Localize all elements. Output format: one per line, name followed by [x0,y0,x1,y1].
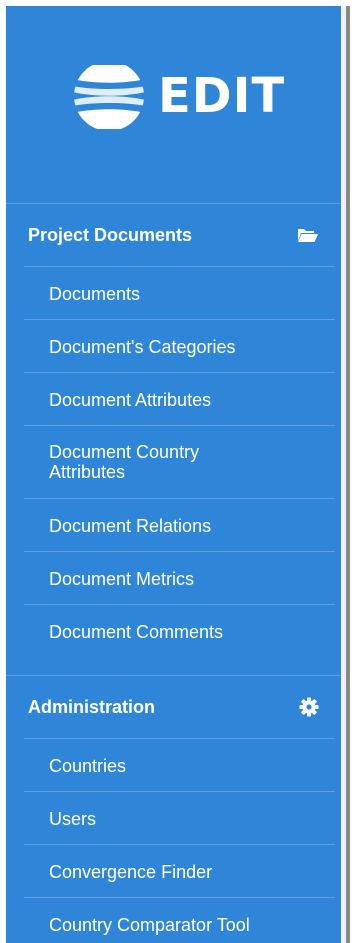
section-title: Administration [28,696,156,717]
folder-open-icon [297,227,319,243]
nav-item-documents[interactable]: Documents [6,269,341,319]
divider [24,319,335,320]
divider [6,203,341,204]
nav-item-document-comments[interactable]: Document Comments [6,607,341,657]
nav-item-document-metrics[interactable]: Document Metrics [6,554,341,604]
nav-item-label: Document Attributes [49,390,212,410]
nav-item-label: Document Country Attributes [49,442,200,482]
nav-item-label: Country Comparator Tool [49,915,250,935]
app-logo[interactable]: EDIT [72,58,292,134]
nav-item-label: Document's Categories [49,337,236,357]
divider [24,844,335,845]
divider [24,498,335,499]
divider [24,604,335,605]
edit-logo-icon [74,65,144,129]
gear-icon [299,697,319,717]
nav-item-users[interactable]: Users [6,794,341,844]
nav-item-document-country-attributes[interactable]: Document Country Attributes [6,428,341,496]
sidebar: EDIT Project Documents Documents Documen… [6,6,341,943]
nav-item-label: Document Relations [49,516,212,536]
nav-item-document-attributes[interactable]: Document Attributes [6,375,341,425]
nav-item-country-comparator-tool[interactable]: Country Comparator Tool [6,900,341,943]
section-header-project-documents[interactable]: Project Documents [6,206,341,264]
section-header-administration[interactable]: Administration [6,678,341,736]
divider [24,372,335,373]
nav-item-document-relations[interactable]: Document Relations [6,501,341,551]
nav-item-convergence-finder[interactable]: Convergence Finder [6,847,341,897]
divider [24,897,335,898]
nav-item-label: Document Metrics [49,569,195,589]
nav-item-label: Convergence Finder [49,862,213,882]
logo-text: EDIT [158,68,286,124]
divider [24,266,335,267]
nav-item-countries[interactable]: Countries [6,741,341,791]
divider [24,791,335,792]
section-title: Project Documents [28,224,193,245]
divider [24,551,335,552]
nav-item-label: Countries [49,756,127,776]
divider [6,675,341,676]
scrollbar-thumb[interactable] [346,6,350,943]
divider [24,738,335,739]
nav-item-label: Users [49,809,97,829]
nav-item-label: Document Comments [49,622,224,642]
nav-item-document-categories[interactable]: Document's Categories [6,322,341,372]
nav-item-label: Documents [49,284,141,304]
divider [24,425,335,426]
